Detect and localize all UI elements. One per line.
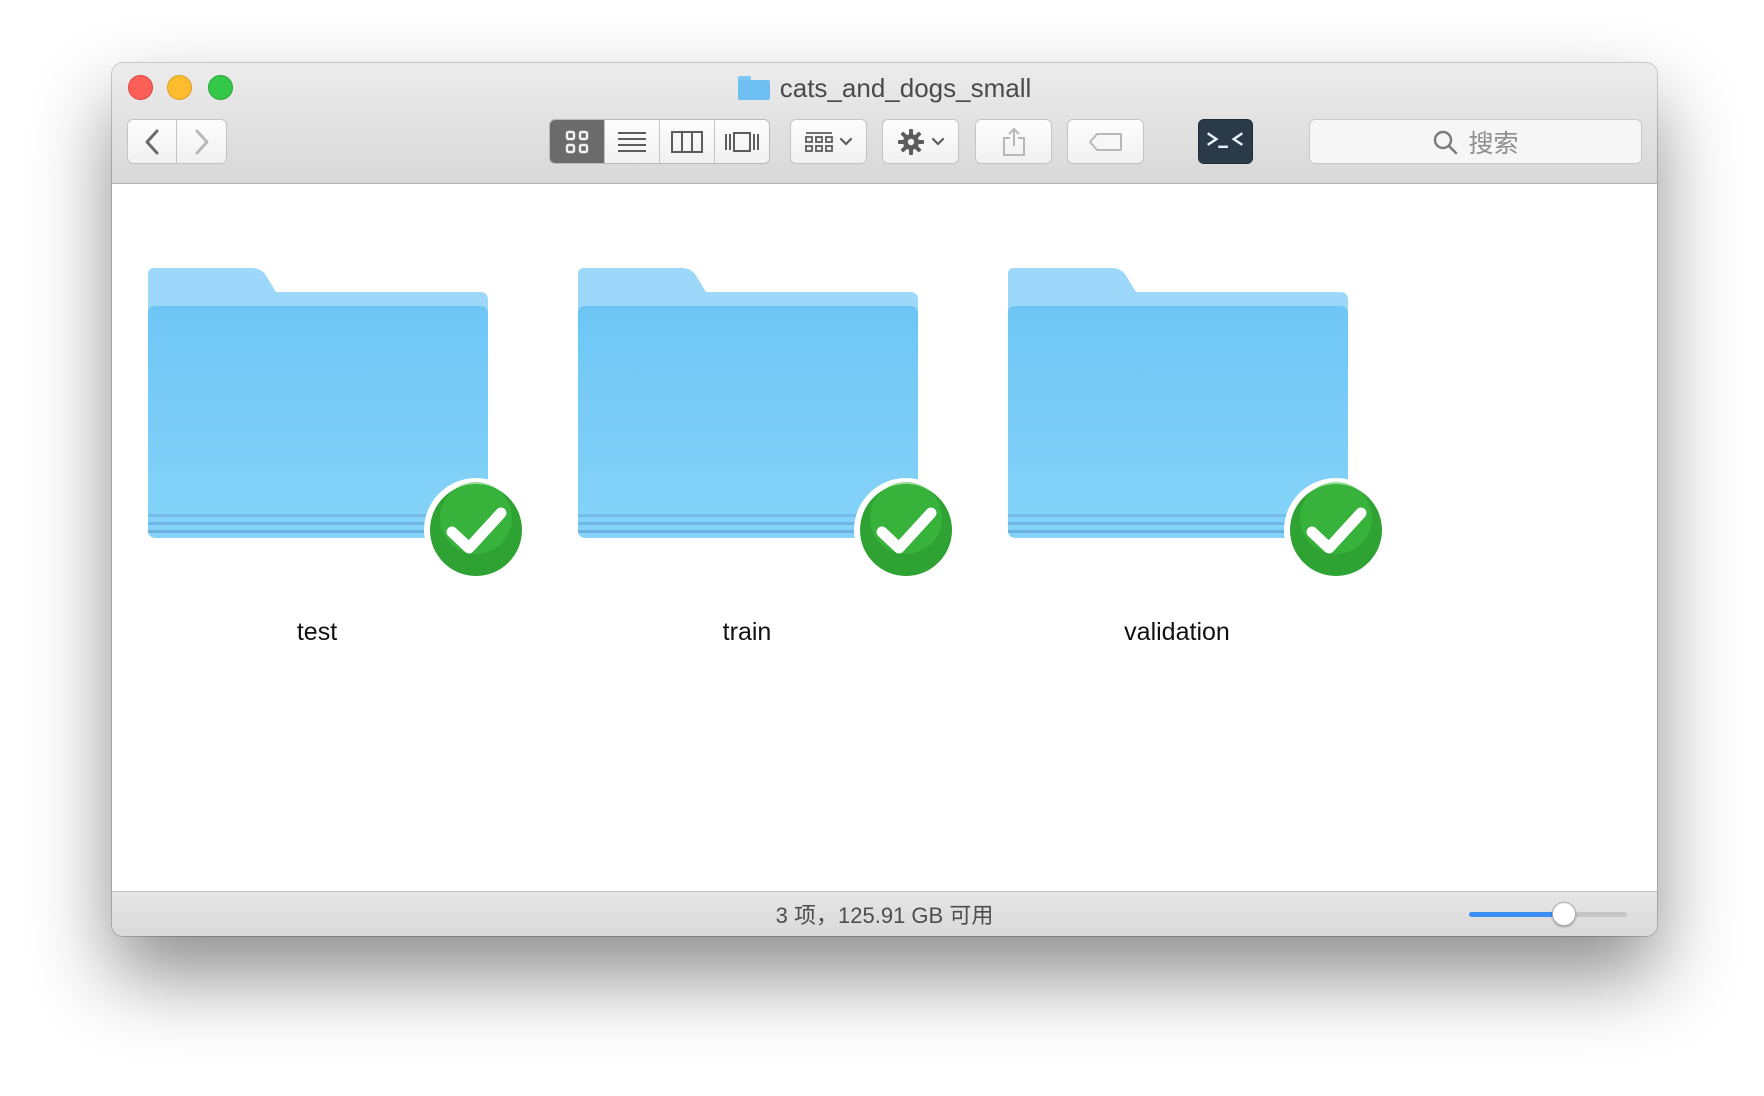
search-field[interactable]: 搜索 <box>1309 119 1642 164</box>
terminal-button[interactable] <box>1198 119 1253 164</box>
forward-button[interactable] <box>176 119 227 164</box>
chevron-right-icon <box>195 129 208 154</box>
chevron-down-icon <box>931 137 944 146</box>
checkmark-badge-icon <box>1284 478 1388 582</box>
status-bar: 3 项，125.91 GB 可用 <box>112 891 1657 936</box>
terminal-icon <box>1199 119 1252 164</box>
folder-item[interactable]: train <box>562 268 958 646</box>
slider-knob[interactable] <box>1552 902 1576 926</box>
file-browser-content: test train validation <box>112 184 1657 891</box>
folder-item[interactable]: test <box>132 268 528 646</box>
grid-icon <box>565 130 589 153</box>
gear-icon <box>897 128 924 155</box>
search-placeholder: 搜索 <box>1468 129 1519 158</box>
titlebar: cats_and_dogs_small 搜索 <box>112 63 1657 184</box>
window-title: cats_and_dogs_small <box>779 72 1032 103</box>
share-icon <box>1002 127 1025 156</box>
chevron-left-icon <box>145 129 159 154</box>
status-text: 3 项，125.91 GB 可用 <box>775 903 994 928</box>
icon-size-slider[interactable] <box>1469 902 1627 926</box>
checkmark-badge-icon <box>854 478 958 582</box>
finder-window: cats_and_dogs_small 搜索 test train valida… <box>112 63 1657 936</box>
cover-flow-view-button[interactable] <box>714 120 769 163</box>
view-mode-selector <box>549 119 770 164</box>
tags-button[interactable] <box>1067 119 1144 164</box>
folder-name: validation <box>1124 618 1230 646</box>
list-view-button[interactable] <box>604 120 659 163</box>
cover-flow-icon <box>725 131 759 152</box>
arrange-grid-icon <box>804 131 833 152</box>
chevron-down-icon <box>839 137 852 146</box>
folder-icon <box>737 76 770 100</box>
checkmark-badge-icon <box>424 478 528 582</box>
back-button[interactable] <box>127 119 177 164</box>
arrange-button[interactable] <box>790 119 867 164</box>
folder-name: test <box>296 618 338 646</box>
list-icon <box>618 131 646 152</box>
search-icon <box>1434 130 1458 154</box>
share-button[interactable] <box>975 119 1052 164</box>
folder-item[interactable]: validation <box>992 268 1388 646</box>
icon-view-button[interactable] <box>550 120 604 163</box>
folder-name: train <box>722 618 772 646</box>
columns-icon <box>671 130 703 153</box>
window-title-group: cats_and_dogs_small <box>112 71 1657 105</box>
action-button[interactable] <box>882 119 959 164</box>
slider-fill <box>1469 912 1564 917</box>
tag-icon <box>1088 132 1122 151</box>
column-view-button[interactable] <box>659 120 714 163</box>
